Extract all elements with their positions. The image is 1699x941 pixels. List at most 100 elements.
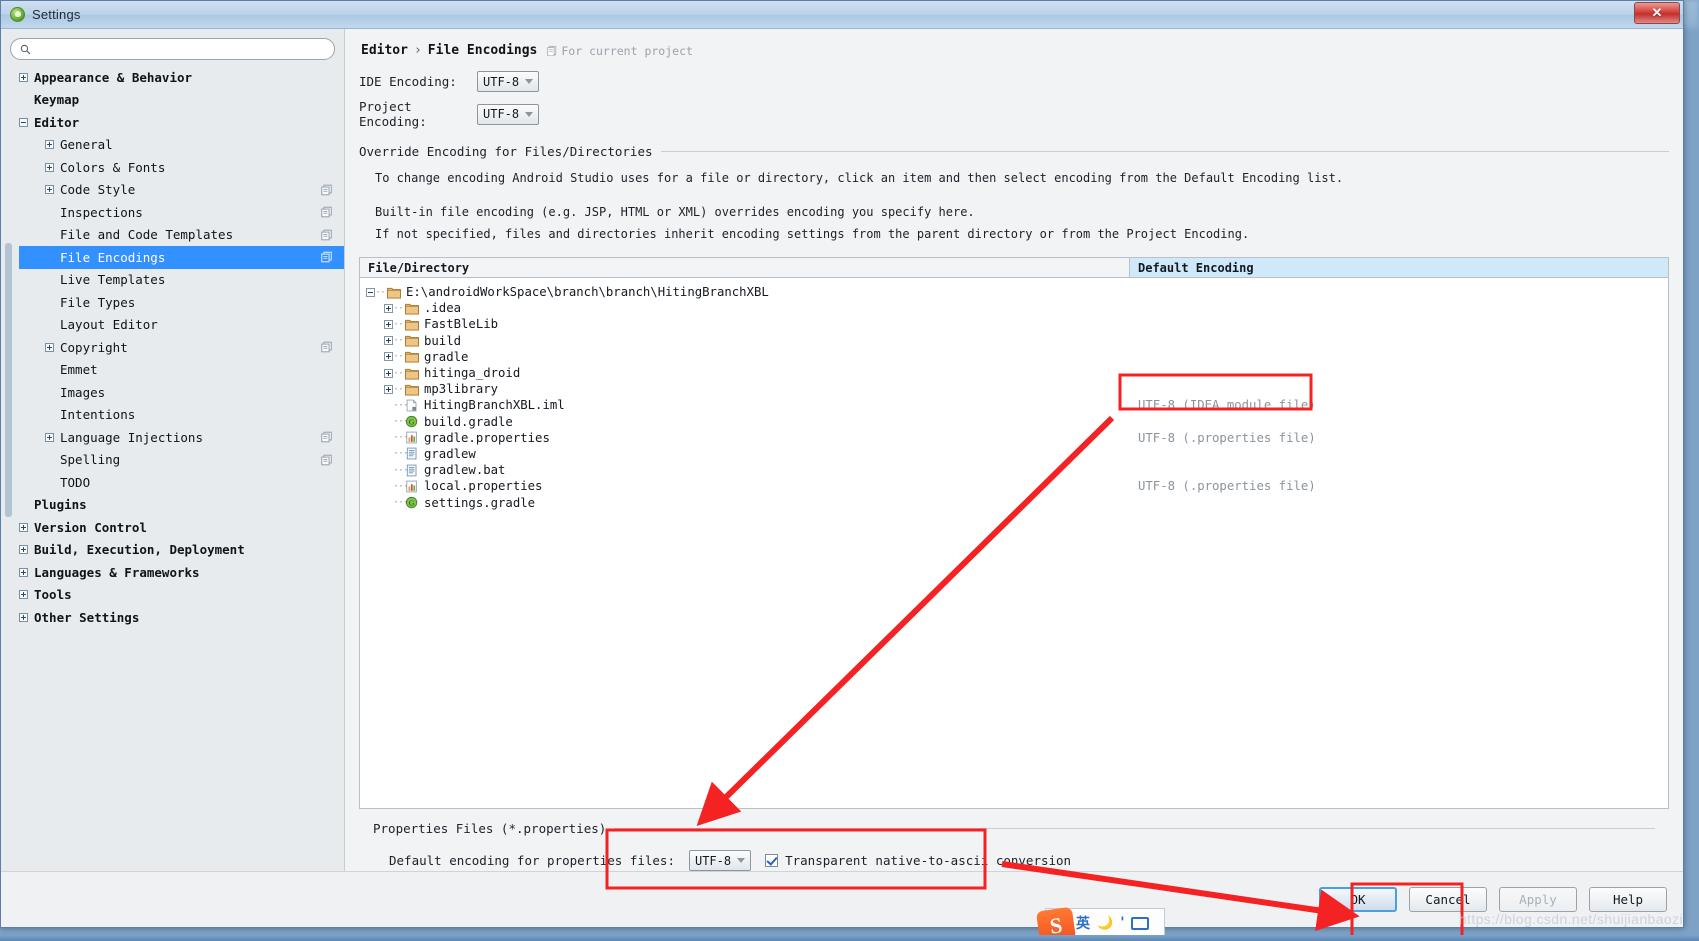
moon-icon[interactable]: 🌙 (1097, 916, 1113, 931)
sidebar-item-version-control[interactable]: Version Control (19, 516, 344, 539)
encoding-value-empty[interactable] (1138, 300, 1668, 316)
encoding-value-empty[interactable] (1138, 365, 1668, 381)
table-row[interactable]: ··· HitingBranchXBL.iml (366, 397, 1130, 413)
column-header-file-directory[interactable]: File/Directory (360, 258, 1130, 277)
close-icon[interactable]: ✕ (1634, 2, 1680, 24)
expand-icon[interactable] (19, 567, 28, 577)
expand-icon[interactable] (19, 522, 28, 532)
expand-icon[interactable] (384, 336, 393, 346)
sidebar-scrollbar[interactable] (3, 66, 12, 871)
encoding-value[interactable]: UTF-8 (IDEA module file) (1138, 397, 1668, 413)
encoding-value-empty[interactable] (1138, 494, 1668, 510)
sidebar-item-spelling[interactable]: Spelling (19, 449, 344, 472)
copy-settings-icon[interactable] (321, 251, 332, 263)
sidebar-item-intentions[interactable]: Intentions (19, 404, 344, 427)
table-row[interactable]: ··· gradlew (366, 446, 1130, 462)
expand-icon[interactable] (45, 162, 54, 172)
encoding-value-empty[interactable] (1138, 333, 1668, 349)
expand-icon[interactable] (19, 545, 28, 555)
encoding-value[interactable]: UTF-8 (.properties file) (1138, 478, 1668, 494)
properties-encoding-select[interactable]: UTF-8 (688, 850, 752, 871)
project-encoding-select[interactable]: UTF-8 (477, 103, 540, 125)
collapse-icon[interactable] (19, 117, 28, 127)
sidebar-scrollbar-thumb[interactable] (5, 243, 12, 517)
help-button[interactable]: Help (1589, 887, 1667, 912)
encoding-value-empty[interactable] (1138, 284, 1668, 300)
sidebar-item-build-execution-deployment[interactable]: Build, Execution, Deployment (19, 539, 344, 562)
column-header-default-encoding[interactable]: Default Encoding (1130, 258, 1668, 277)
sidebar-item-live-templates[interactable]: Live Templates (19, 269, 344, 292)
file-tree-column[interactable]: ··· E:\androidWorkSpace\branch\branch\Hit… (360, 278, 1130, 808)
expand-icon[interactable] (384, 319, 393, 329)
sidebar-item-todo[interactable]: TODO (19, 471, 344, 494)
sogou-ime-bar[interactable]: S 英 🌙 ' (1035, 906, 1165, 941)
table-row[interactable]: ··· build (366, 333, 1130, 349)
search-input[interactable] (35, 42, 325, 56)
table-row[interactable]: ··· local.properties (366, 478, 1130, 494)
encoding-column[interactable]: UTF-8 (IDEA module file) UTF-8 (.properti… (1130, 278, 1668, 808)
expand-icon[interactable] (384, 384, 393, 394)
sidebar-item-language-injections[interactable]: Language Injections (19, 426, 344, 449)
copy-settings-icon[interactable] (321, 206, 332, 218)
sidebar-item-general[interactable]: General (19, 134, 344, 157)
table-row[interactable]: ··· gradle.properties (366, 430, 1130, 446)
sidebar-item-file-types[interactable]: File Types (19, 291, 344, 314)
expand-icon[interactable] (19, 612, 28, 622)
search-box[interactable] (10, 38, 335, 60)
expand-icon[interactable] (45, 185, 54, 195)
table-row[interactable]: ··· mp3library (366, 381, 1130, 397)
keyboard-icon[interactable] (1131, 916, 1150, 930)
expand-icon[interactable] (384, 352, 393, 362)
encoding-value-empty[interactable] (1138, 349, 1668, 365)
copy-settings-icon[interactable] (321, 184, 332, 196)
sidebar-item-layout-editor[interactable]: Layout Editor (19, 314, 344, 337)
sidebar-item-languages-frameworks[interactable]: Languages & Frameworks (19, 561, 344, 584)
expand-icon[interactable] (19, 590, 28, 600)
copy-settings-icon[interactable] (321, 431, 332, 443)
expand-icon[interactable] (45, 140, 54, 150)
sidebar-item-colors-fonts[interactable]: Colors & Fonts (19, 156, 344, 179)
table-row[interactable]: ··· gradle (366, 349, 1130, 365)
sidebar-item-appearance-behavior[interactable]: Appearance & Behavior (19, 66, 344, 89)
encoding-value-empty[interactable] (1138, 414, 1668, 430)
sidebar-item-file-encodings[interactable]: File Encodings (19, 246, 344, 269)
collapse-icon[interactable] (366, 287, 375, 297)
expand-icon[interactable] (19, 72, 28, 82)
copy-settings-icon[interactable] (321, 341, 332, 353)
sidebar-item-plugins[interactable]: Plugins (19, 494, 344, 517)
encoding-value-empty[interactable] (1138, 446, 1668, 462)
encoding-value[interactable]: UTF-8 (.properties file) (1138, 430, 1668, 446)
ime-punctuation-toggle[interactable]: ' (1120, 915, 1124, 931)
expand-icon[interactable] (45, 342, 54, 352)
table-row[interactable]: ··· FastBleLib (366, 316, 1130, 332)
expand-icon[interactable] (45, 432, 54, 442)
sidebar-item-code-style[interactable]: Code Style (19, 179, 344, 202)
sidebar-item-inspections[interactable]: Inspections (19, 201, 344, 224)
encoding-value-empty[interactable] (1138, 381, 1668, 397)
sidebar-item-file-and-code-templates[interactable]: File and Code Templates (19, 224, 344, 247)
table-row[interactable]: ··· E:\androidWorkSpace\branch\branch\Hit… (366, 284, 1130, 300)
sidebar-item-editor[interactable]: Editor (19, 111, 344, 134)
table-row[interactable]: ··· Gbuild.gradle (366, 414, 1130, 430)
table-row[interactable]: ··· .idea (366, 300, 1130, 316)
settings-tree[interactable]: Appearance & Behavior Keymap Editor General… (1, 66, 344, 871)
sidebar-item-keymap[interactable]: Keymap (19, 89, 344, 112)
sidebar-item-other-settings[interactable]: Other Settings (19, 606, 344, 629)
sidebar-item-emmet[interactable]: Emmet (19, 359, 344, 382)
encoding-value-empty[interactable] (1138, 462, 1668, 478)
table-row[interactable]: ··· hitinga_droid (366, 365, 1130, 381)
cancel-button[interactable]: Cancel (1409, 887, 1487, 912)
expand-icon[interactable] (384, 368, 393, 378)
sidebar-item-copyright[interactable]: Copyright (19, 336, 344, 359)
transparent-conversion-checkbox[interactable]: Transparent native-to-ascii conversion (765, 853, 1071, 868)
table-row[interactable]: ··· gradlew.bat (366, 462, 1130, 478)
encoding-value-empty[interactable] (1138, 316, 1668, 332)
copy-settings-icon[interactable] (321, 454, 332, 466)
breadcrumb-parent[interactable]: Editor (361, 43, 408, 58)
expand-icon[interactable] (384, 303, 393, 313)
sidebar-item-images[interactable]: Images (19, 381, 344, 404)
checkbox-box[interactable] (765, 854, 779, 867)
table-row[interactable]: ··· Gsettings.gradle (366, 494, 1130, 510)
ide-encoding-select[interactable]: UTF-8 (477, 71, 540, 92)
ime-mode-label[interactable]: 英 (1076, 913, 1090, 933)
